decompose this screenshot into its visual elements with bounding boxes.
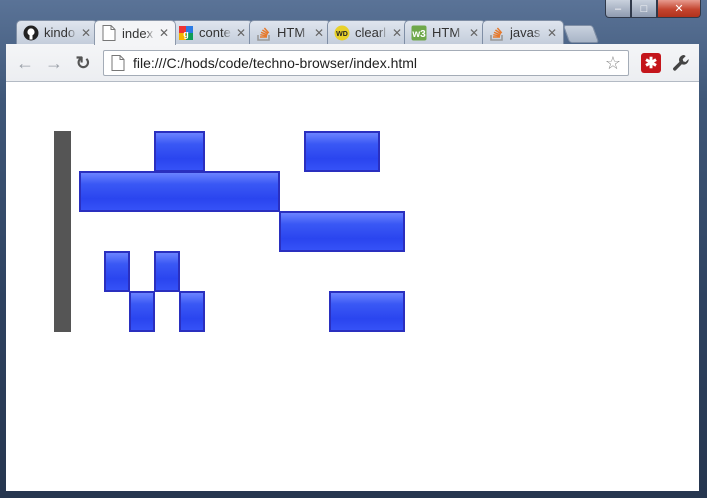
wrench-menu-button[interactable] [671, 53, 691, 73]
back-arrow-icon: ← [16, 52, 34, 73]
forward-arrow-icon: → [45, 52, 63, 73]
google-icon: g [178, 25, 194, 41]
toolbar: ← → ↻ ☆ ✱ [6, 44, 699, 82]
grid-cell[interactable] [69, 171, 71, 212]
wrench-icon [673, 55, 689, 71]
svg-text:g: g [183, 29, 189, 39]
minimize-button[interactable]: – [605, 0, 631, 18]
window-controls: – □ ✕ [605, 0, 701, 19]
grid-row [54, 131, 71, 172]
grid-row [54, 291, 71, 332]
tab-5[interactable]: w3 HTM ✕ [404, 20, 486, 44]
page-content [6, 82, 699, 491]
tab-strip: kindo ✕ index ✕ g conte ✕ HTM ✕ WD clearl ✕ w3 HTM ✕ ja… [6, 18, 646, 45]
page-icon [111, 55, 125, 71]
tab-close-icon[interactable]: ✕ [236, 26, 246, 40]
tab-close-icon[interactable]: ✕ [547, 26, 557, 40]
webdev-icon: WD [334, 25, 350, 41]
tab-close-icon[interactable]: ✕ [81, 26, 91, 40]
tab-label: kindo [44, 25, 76, 40]
extension-icon[interactable]: ✱ [641, 53, 661, 73]
maximize-button[interactable]: □ [631, 0, 657, 18]
url-input[interactable] [133, 55, 603, 71]
tab-1[interactable]: index ✕ [94, 20, 176, 45]
grid-row [54, 211, 71, 252]
tab-4[interactable]: WD clearl ✕ [327, 20, 409, 44]
note-block[interactable] [104, 251, 130, 292]
close-button[interactable]: ✕ [657, 0, 701, 18]
tab-close-icon[interactable]: ✕ [159, 26, 169, 40]
note-block[interactable] [279, 211, 405, 252]
svg-text:WD: WD [336, 31, 348, 38]
minimize-icon: – [614, 2, 622, 15]
tab-label: javas [510, 25, 541, 40]
note-block[interactable] [129, 291, 155, 332]
browser-window: – □ ✕ kindo ✕ index ✕ g conte ✕ HTM ✕ WD clearl ✕ w3… [0, 0, 707, 498]
grid-cell[interactable] [69, 131, 71, 172]
note-block[interactable] [79, 171, 280, 212]
tab-2[interactable]: g conte ✕ [171, 20, 253, 44]
tab-0[interactable]: kindo ✕ [16, 20, 98, 44]
bookmark-star-icon[interactable]: ☆ [603, 53, 623, 73]
page-icon [101, 25, 117, 41]
forward-button[interactable]: → [43, 53, 65, 73]
tab-label: HTM [432, 25, 461, 40]
note-block[interactable] [154, 131, 205, 172]
stackoverflow-icon [489, 25, 505, 41]
note-block[interactable] [154, 251, 180, 292]
tab-3[interactable]: HTM ✕ [249, 20, 331, 44]
grid-cell[interactable] [69, 211, 71, 252]
tab-close-icon[interactable]: ✕ [314, 26, 324, 40]
new-tab-button[interactable] [562, 25, 600, 43]
tab-label: clearl [355, 25, 387, 40]
tab-label: HTM [277, 25, 306, 40]
reload-icon: ↻ [75, 52, 91, 73]
note-block[interactable] [329, 291, 405, 332]
grid-row [54, 171, 71, 212]
note-block[interactable] [179, 291, 205, 332]
grid-table [54, 131, 71, 332]
tab-close-icon[interactable]: ✕ [392, 26, 402, 40]
w3-icon: w3 [411, 25, 427, 41]
tab-label: index [122, 25, 154, 41]
address-bar[interactable]: ☆ [103, 50, 629, 76]
grid-row [54, 251, 71, 292]
star-glyph: ☆ [604, 52, 622, 73]
tab-label: conte [199, 25, 231, 40]
tab-6[interactable]: javas ✕ [482, 20, 564, 44]
grid-cell[interactable] [69, 291, 71, 332]
back-button[interactable]: ← [14, 53, 36, 73]
grid-cell[interactable] [69, 251, 71, 292]
tab-close-icon[interactable]: ✕ [469, 26, 479, 40]
close-icon: ✕ [674, 3, 684, 15]
note-block[interactable] [304, 131, 380, 172]
github-icon [23, 25, 39, 41]
svg-text:w3: w3 [411, 29, 426, 40]
extension-glyph: ✱ [644, 55, 658, 72]
reload-button[interactable]: ↻ [72, 53, 94, 73]
stackoverflow-icon [256, 25, 272, 41]
maximize-icon: □ [640, 2, 648, 15]
